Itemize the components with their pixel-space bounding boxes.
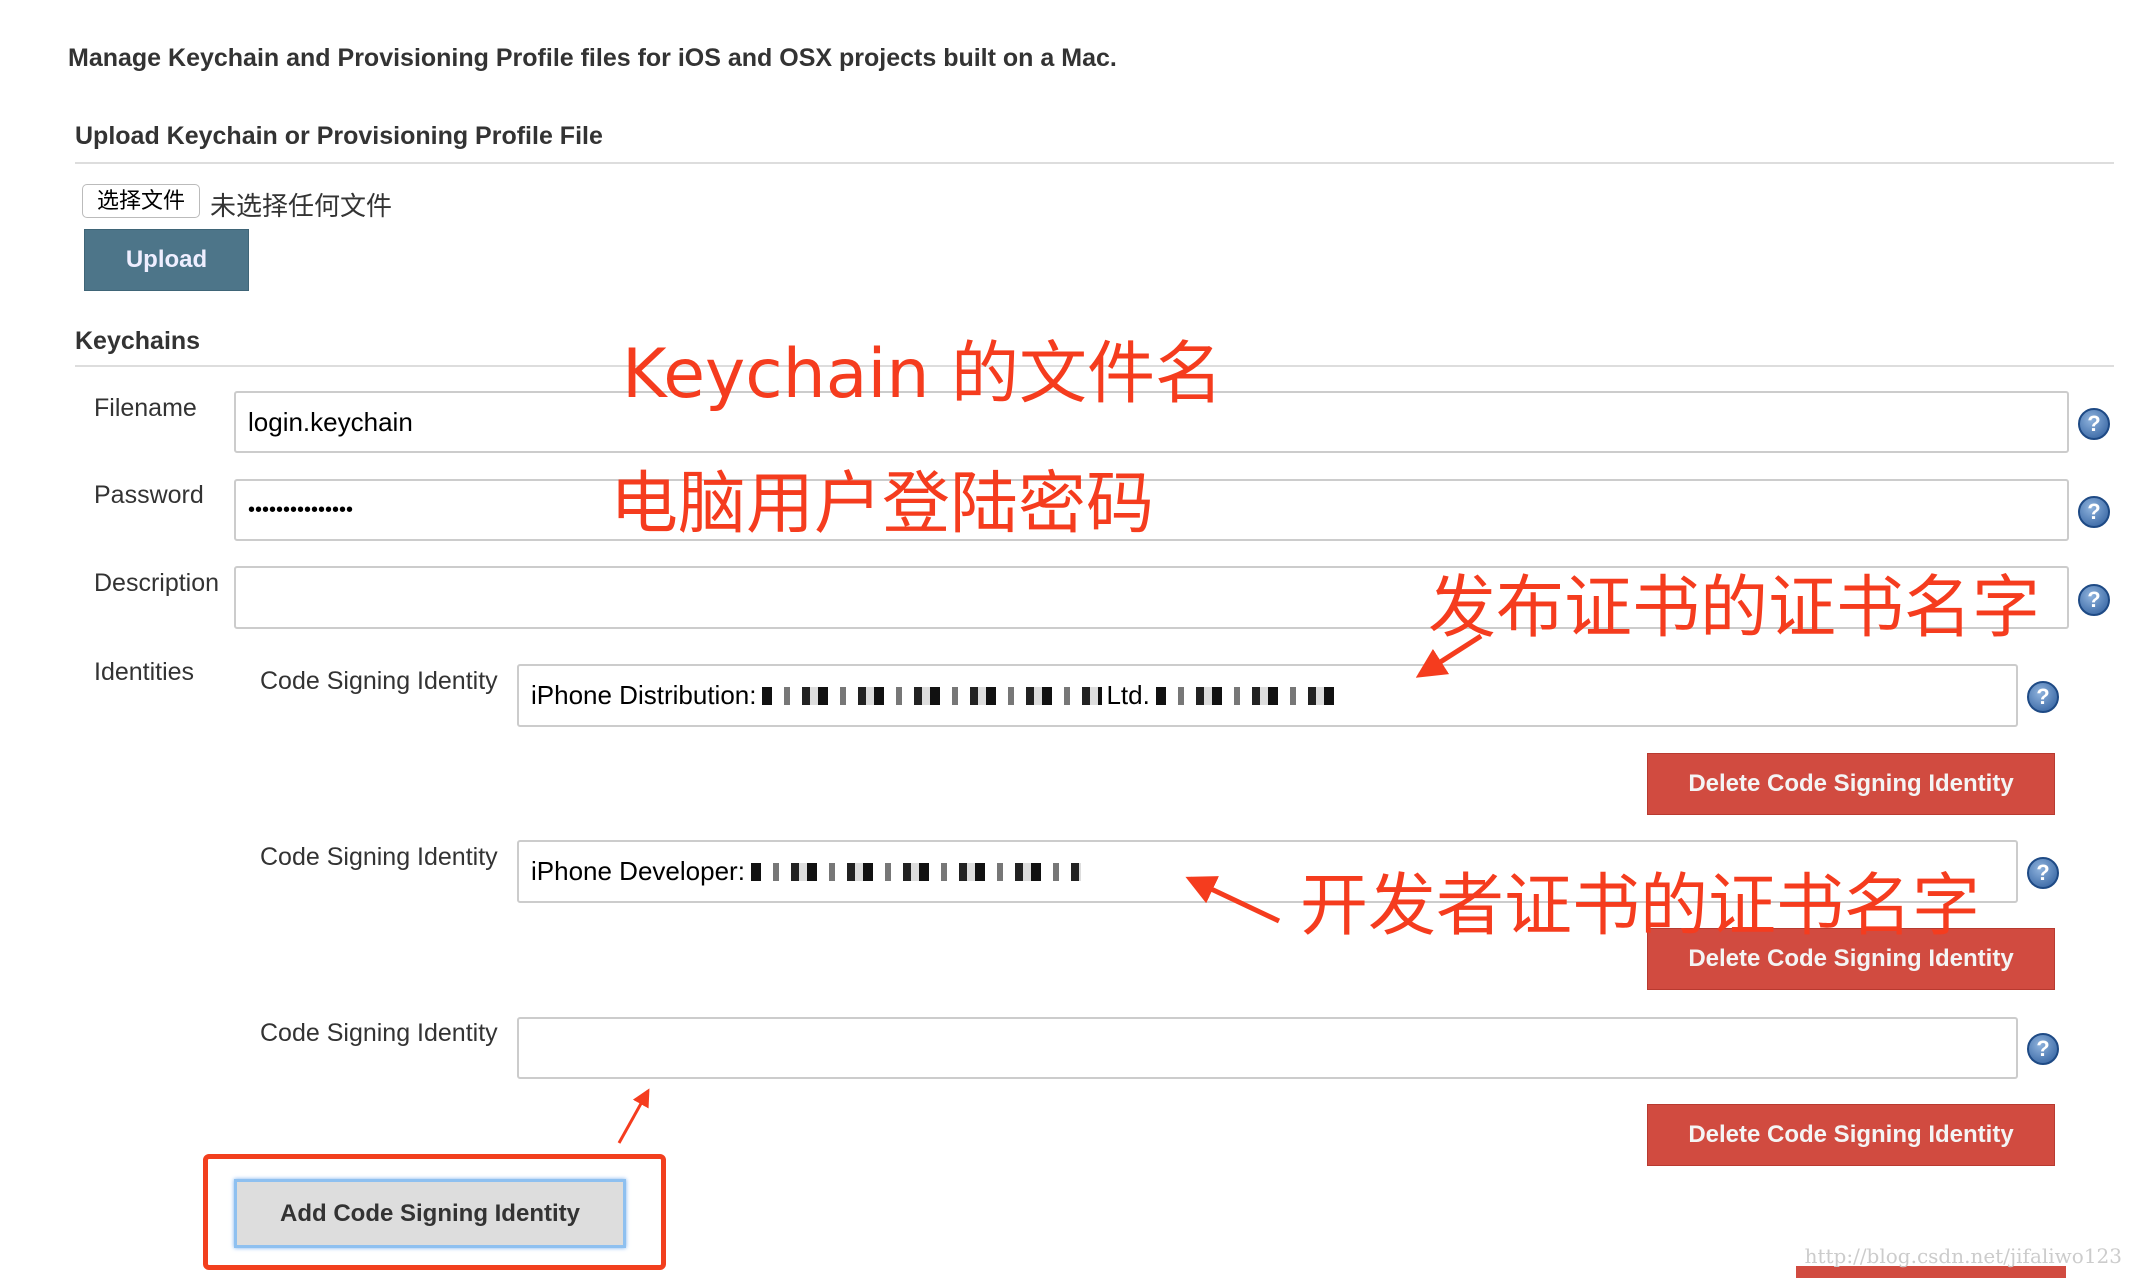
annotation-arrows bbox=[617, 633, 1483, 1144]
arrow bbox=[1415, 633, 1483, 678]
watermark: http://blog.csdn.net/jifaliwo123 bbox=[1804, 1244, 2122, 1268]
arrow bbox=[617, 1088, 650, 1144]
arrow bbox=[1185, 876, 1281, 924]
